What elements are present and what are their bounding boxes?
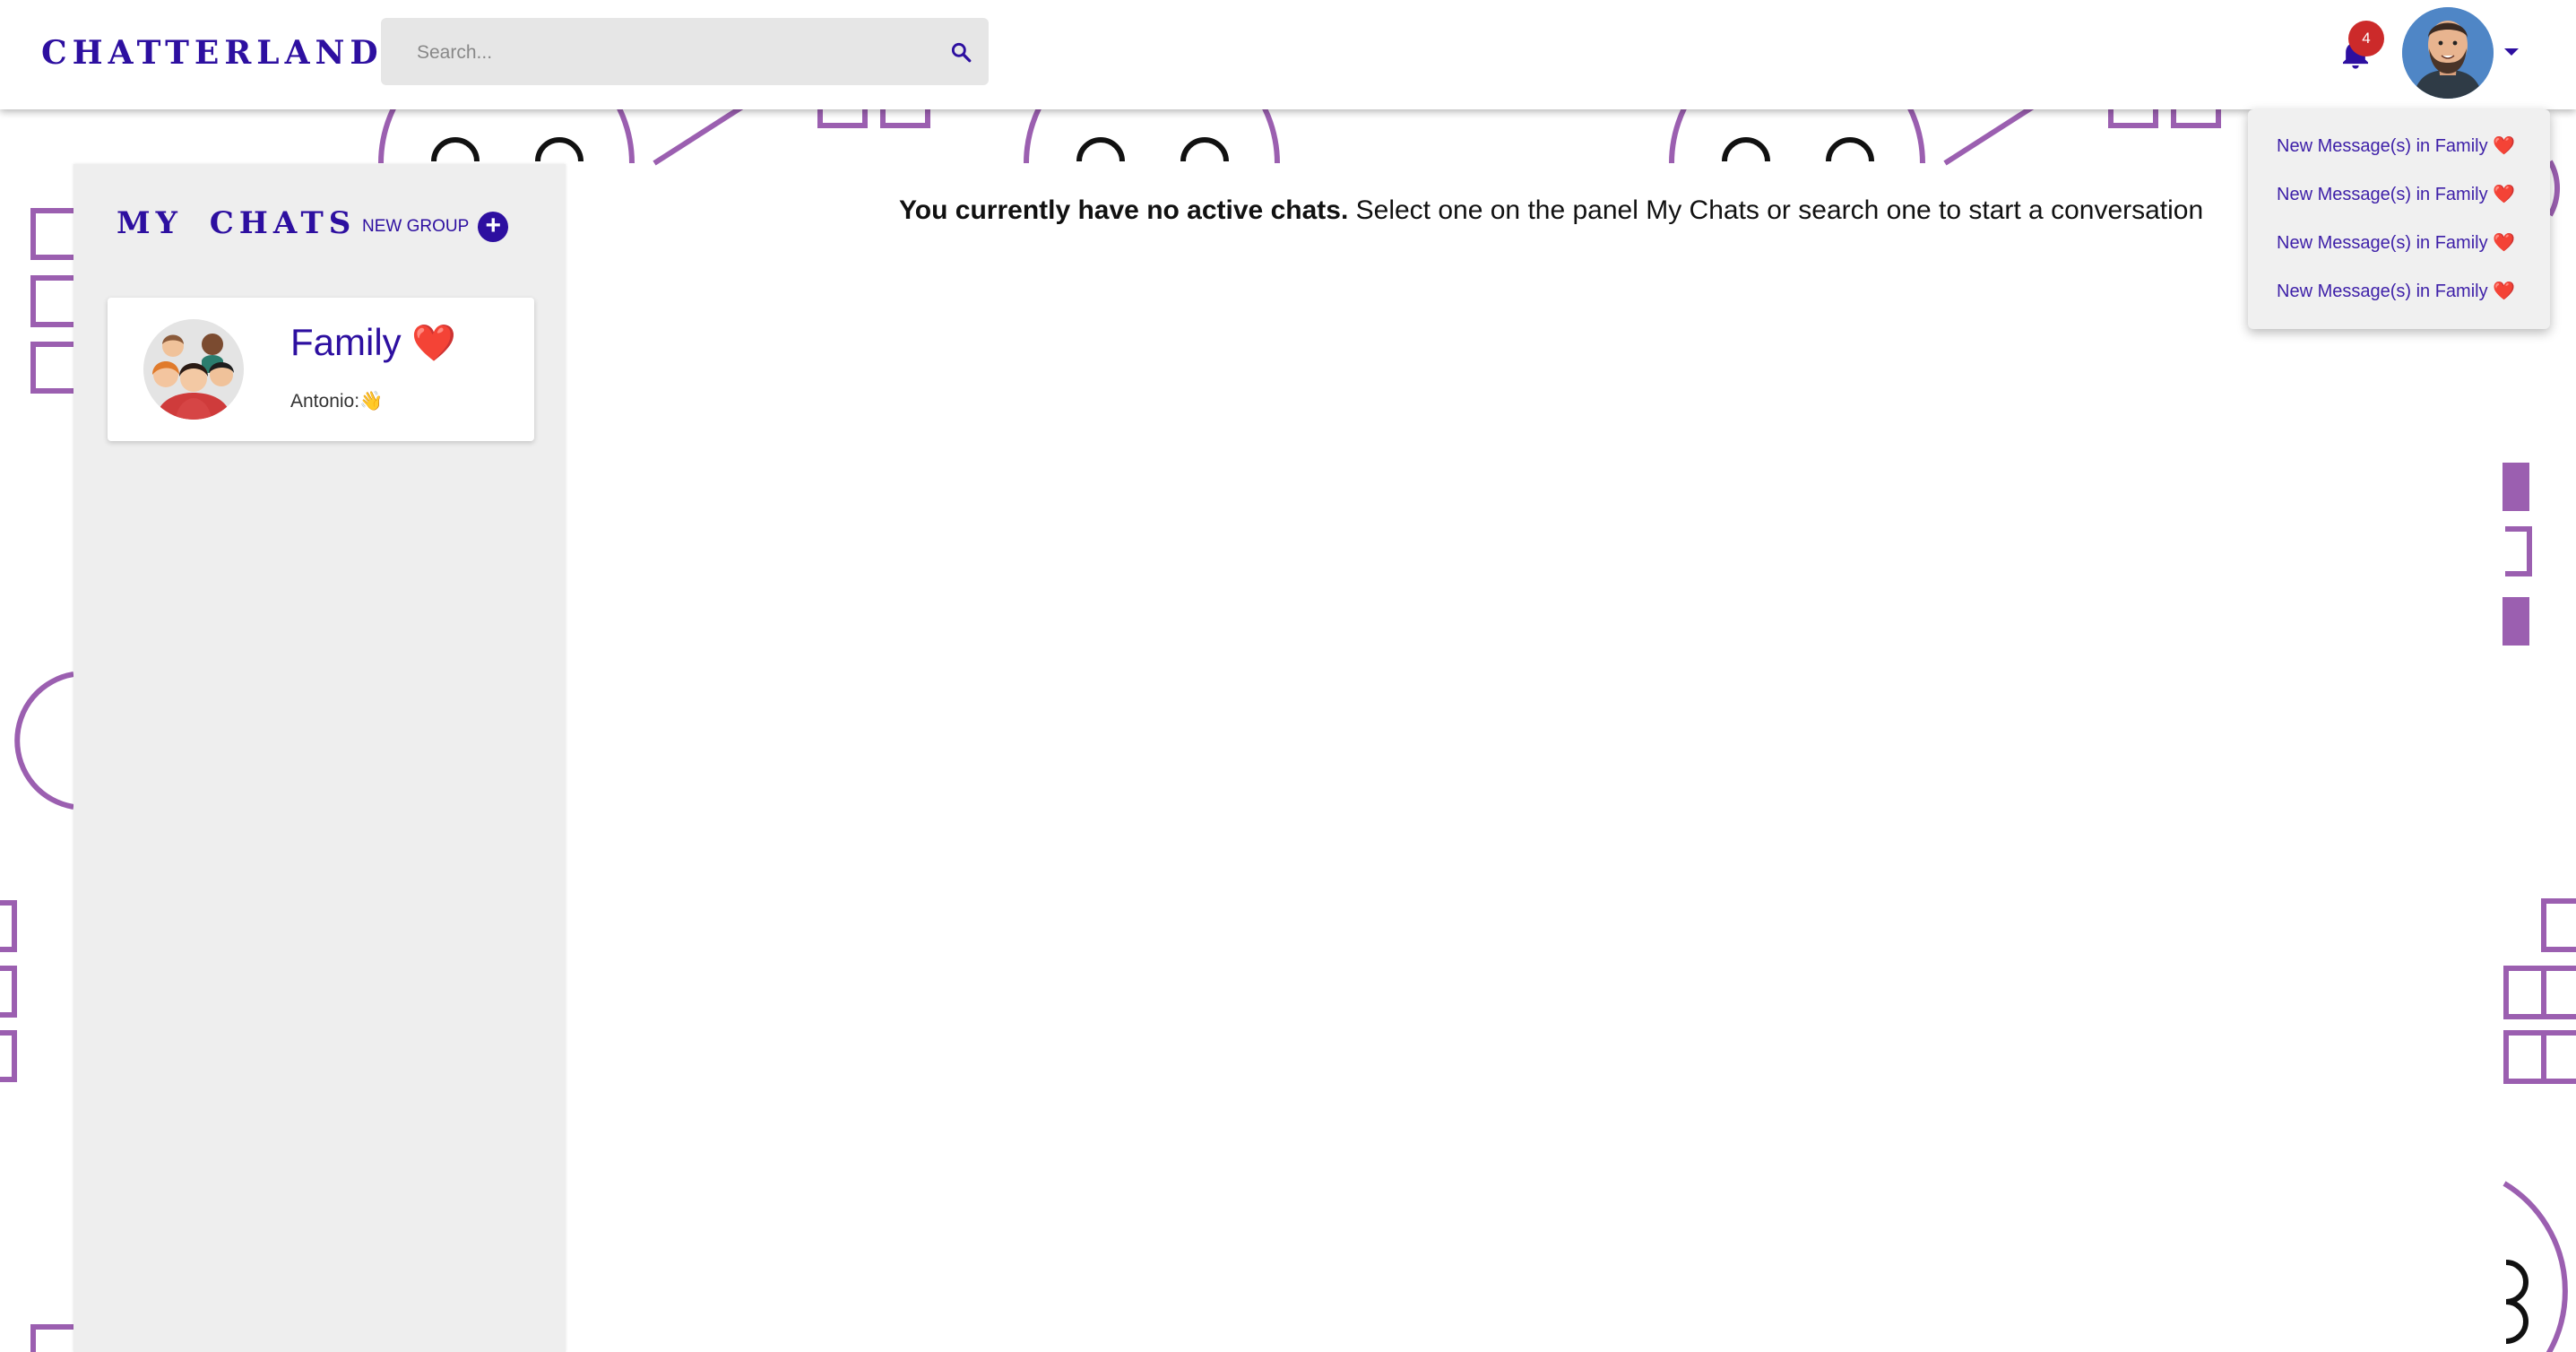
last-message-preview: Antonio:👋 bbox=[290, 391, 383, 412]
notification-item[interactable]: New Message(s) in Family ❤️ bbox=[2277, 231, 2515, 254]
plus-circle-icon: + bbox=[478, 212, 509, 242]
empty-chat-message: You currently have no active chats. Sele… bbox=[899, 195, 2203, 226]
notification-item[interactable]: New Message(s) in Family ❤️ bbox=[2277, 134, 2515, 157]
notification-item[interactable]: New Message(s) in Family ❤️ bbox=[2277, 280, 2515, 302]
chat-list-item[interactable]: Family ❤️ Antonio:👋 bbox=[108, 298, 534, 441]
new-group-button[interactable]: NEW GROUP + bbox=[362, 211, 509, 243]
notification-text: New Message(s) in Family bbox=[2277, 136, 2488, 156]
heart-emoji: ❤️ bbox=[2493, 136, 2516, 156]
empty-chat-bold: You currently have no active chats. bbox=[899, 195, 1349, 225]
notification-item[interactable]: New Message(s) in Family ❤️ bbox=[2277, 183, 2515, 205]
group-avatar bbox=[143, 319, 244, 420]
search-icon[interactable] bbox=[949, 40, 972, 64]
user-avatar[interactable] bbox=[2402, 7, 2494, 99]
notification-count-badge: 4 bbox=[2348, 21, 2384, 56]
user-avatar-illustration bbox=[2402, 7, 2494, 99]
top-app-bar: CHATTERLAND 4 bbox=[0, 0, 2576, 109]
app-logo[interactable]: CHATTERLAND bbox=[41, 34, 384, 72]
heart-emoji: ❤️ bbox=[2493, 233, 2516, 253]
notification-text: New Message(s) in Family bbox=[2277, 282, 2488, 301]
notification-text: New Message(s) in Family bbox=[2277, 185, 2488, 204]
caret-down-icon[interactable] bbox=[2503, 47, 2520, 57]
my-chats-panel: MY CHATS NEW GROUP + Family ❤️ Antonio:👋 bbox=[73, 164, 566, 1352]
heart-emoji: ❤️ bbox=[2493, 282, 2516, 301]
empty-chat-rest: Select one on the panel My Chats or sear… bbox=[1348, 195, 2204, 225]
search-bar bbox=[381, 18, 989, 85]
heart-emoji: ❤️ bbox=[411, 324, 457, 363]
search-input[interactable] bbox=[415, 34, 921, 72]
last-message-sender: Antonio: bbox=[290, 391, 360, 412]
new-group-label: NEW GROUP bbox=[362, 217, 470, 236]
chat-name-text: Family bbox=[290, 321, 402, 363]
last-message-text: 👋 bbox=[359, 391, 384, 412]
chat-name: Family ❤️ bbox=[290, 321, 456, 364]
heart-emoji: ❤️ bbox=[2493, 185, 2516, 204]
notifications-dropdown: New Message(s) in Family ❤️ New Message(… bbox=[2248, 109, 2550, 329]
family-group-icon bbox=[143, 319, 244, 420]
notification-text: New Message(s) in Family bbox=[2277, 233, 2488, 253]
my-chats-title: MY CHATS bbox=[117, 205, 357, 241]
